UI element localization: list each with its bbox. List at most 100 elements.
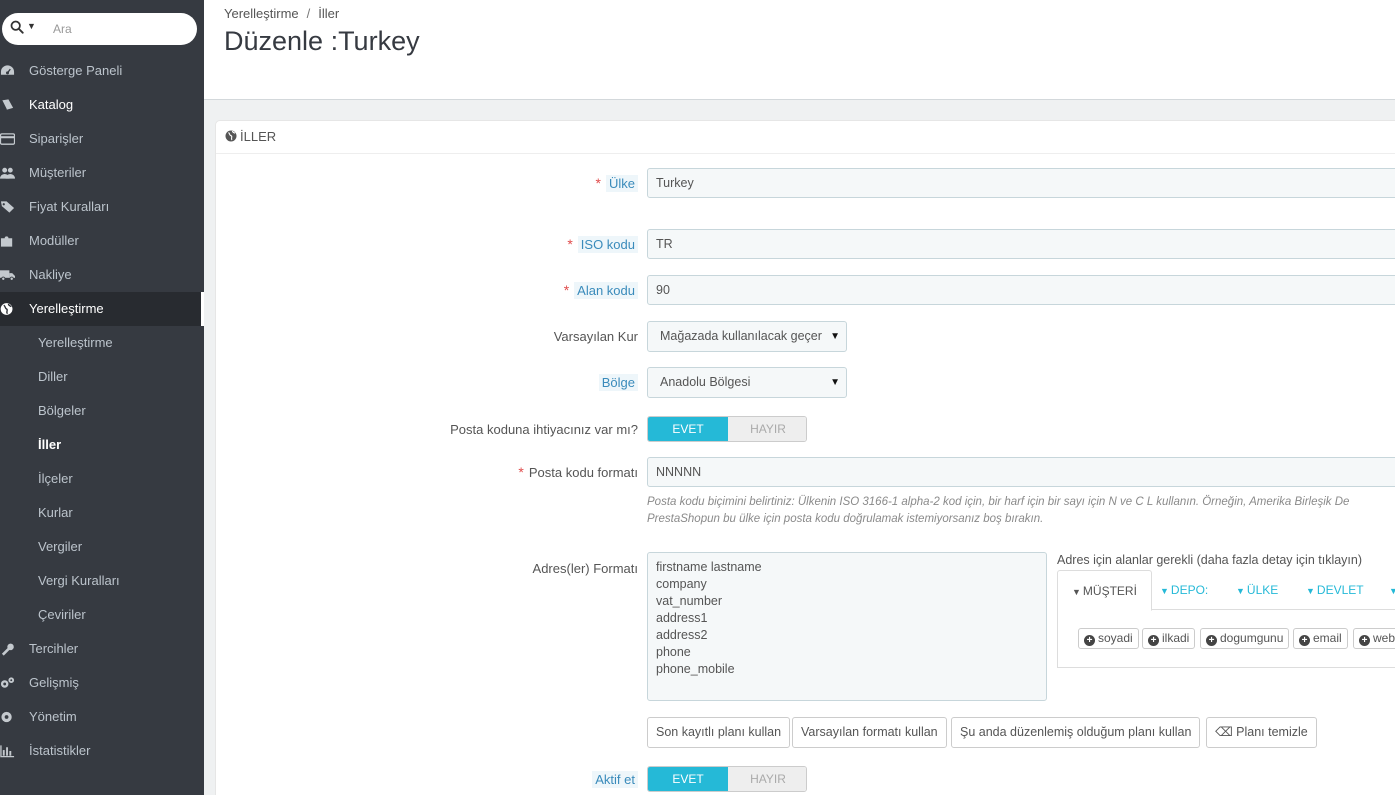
plus-circle-icon: +: [1299, 635, 1310, 646]
iso-label: * ISO kodu: [567, 236, 638, 253]
wrench-icon: [0, 642, 16, 656]
address-line: address2: [656, 628, 708, 642]
zone-label: Bölge: [598, 374, 638, 391]
caret-down-icon: ▼: [1389, 586, 1395, 596]
submenu-item-currencies[interactable]: Kurlar: [0, 496, 204, 530]
required-fields-help[interactable]: Adres için alanlar gerekli (daha fazla d…: [1057, 553, 1362, 567]
sidebar-item-customers[interactable]: Müşteriler: [0, 156, 204, 190]
currency-select-value: Mağazada kullanılacak geçer: [660, 329, 822, 343]
plus-circle-icon: +: [1359, 635, 1370, 646]
caret-down-icon: ▼: [1160, 586, 1169, 596]
country-input[interactable]: Turkey: [647, 168, 1395, 198]
sidebar-item-catalog[interactable]: Katalog: [0, 88, 204, 122]
sidebar-item-preferences[interactable]: Tercihler: [0, 632, 204, 666]
globe-icon: [225, 130, 237, 142]
sidebar-item-label: Fiyat Kuralları: [29, 199, 110, 214]
tab-more[interactable]: ▼: [1389, 570, 1395, 610]
tab-state[interactable]: ▼ DEVLET: [1306, 570, 1364, 610]
need-zip-yes[interactable]: EVET: [648, 417, 728, 441]
page-title: Düzenle :Turkey: [224, 26, 420, 56]
tab-country[interactable]: ▼ ÜLKE: [1236, 570, 1278, 610]
use-last-saved-layout-button[interactable]: Son kayıtlı planı kullan: [647, 717, 791, 748]
breadcrumb-item-countries[interactable]: İller: [318, 6, 339, 21]
breadcrumb-separator: /: [306, 6, 311, 21]
sidebar-item-shipping[interactable]: Nakliye: [0, 258, 204, 292]
search-box[interactable]: ▼: [2, 13, 197, 45]
sidebar-item-label: Yönetim: [29, 709, 77, 724]
breadcrumb-item-localization[interactable]: Yerelleştirme: [224, 6, 299, 21]
zip-format-help-2: PrestaShopun bu ülke için posta kodu doğ…: [647, 513, 1044, 525]
field-chip-email[interactable]: + email: [1293, 628, 1348, 649]
use-default-format-button[interactable]: Varsayılan formatı kullan: [792, 717, 947, 748]
field-chip-lastname[interactable]: + soyadi: [1078, 628, 1139, 649]
active-no[interactable]: HAYIR: [728, 767, 806, 791]
localization-submenu: Yerelleştirme Diller Bölgeler İller İlçe…: [0, 326, 204, 632]
submenu-item-localization[interactable]: Yerelleştirme: [0, 326, 204, 360]
need-zip-no[interactable]: HAYIR: [728, 417, 806, 441]
truck-icon: [0, 268, 16, 282]
need-zip-label: Posta koduna ihtiyacınız var mı?: [450, 422, 638, 437]
address-line: phone: [656, 645, 691, 659]
field-chip-website[interactable]: +websi: [1353, 628, 1395, 649]
sidebar-item-stats[interactable]: İstatistikler: [0, 734, 204, 768]
sidebar-item-label: Tercihler: [29, 641, 79, 656]
zip-format-input[interactable]: NNNNN: [647, 457, 1395, 487]
field-chip-birthday[interactable]: + dogumgunu: [1200, 628, 1290, 649]
active-yes[interactable]: EVET: [648, 767, 728, 791]
bar-chart-icon: [0, 744, 16, 758]
breadcrumb: Yerelleştirme / İller: [224, 6, 339, 21]
tab-customer[interactable]: ▼ MÜŞTERİ: [1057, 570, 1152, 611]
submenu-item-zones[interactable]: Bölgeler: [0, 394, 204, 428]
sidebar-item-label: Yerelleştirme: [29, 301, 104, 316]
need-zip-toggle[interactable]: EVET HAYIR: [647, 416, 807, 442]
eraser-icon: ⌫: [1215, 725, 1237, 739]
plus-circle-icon: +: [1084, 635, 1095, 646]
chevron-down-icon: ▼: [830, 331, 840, 342]
sidebar-item-dashboard[interactable]: Gösterge Paneli: [0, 54, 204, 88]
submenu-item-states[interactable]: İlçeler: [0, 462, 204, 496]
plus-circle-icon: +: [1148, 635, 1159, 646]
submenu-item-translations[interactable]: Çeviriler: [0, 598, 204, 632]
field-chip-firstname[interactable]: + ilkadi: [1142, 628, 1196, 649]
sidebar: ▼ Gösterge Paneli Katalog Siparişler Müş…: [0, 0, 204, 795]
sidebar-item-label: Nakliye: [29, 267, 72, 282]
clear-layout-button[interactable]: ⌫ Planı temizle: [1206, 717, 1317, 748]
use-current-layout-button[interactable]: Şu anda düzenlemiş olduğum planı kullan: [951, 717, 1201, 748]
sidebar-item-administration[interactable]: Yönetim: [0, 700, 204, 734]
address-format-label: Adres(ler) Formatı: [532, 561, 638, 576]
search-icon[interactable]: [10, 20, 26, 36]
users-icon: [0, 166, 16, 180]
fields-tabs: ▼ MÜŞTERİ ▼ DEPO: ▼ ÜLKE ▼ DEVLET ▼ + soyadi …: [1057, 570, 1395, 688]
tab-bar: ▼ MÜŞTERİ ▼ DEPO: ▼ ÜLKE ▼ DEVLET ▼: [1057, 570, 1395, 611]
zone-select[interactable]: Anadolu Bölgesi ▼: [647, 367, 847, 398]
active-label: Aktif et: [592, 771, 638, 788]
search-input[interactable]: [46, 19, 186, 39]
tab-warehouse[interactable]: ▼ DEPO:: [1160, 570, 1208, 610]
currency-select[interactable]: Mağazada kullanılacak geçer ▼: [647, 321, 847, 352]
search-caret-icon[interactable]: ▼: [27, 21, 36, 31]
address-line: company: [656, 577, 707, 591]
caret-down-icon: ▼: [1236, 586, 1245, 596]
plus-circle-icon: +: [1206, 635, 1217, 646]
call-prefix-label: * Alan kodu: [564, 282, 638, 299]
sidebar-item-modules[interactable]: Modüller: [0, 224, 204, 258]
active-toggle[interactable]: EVET HAYIR: [647, 766, 807, 792]
iso-code-input[interactable]: TR: [647, 229, 1395, 259]
submenu-item-countries[interactable]: İller: [0, 428, 204, 462]
sidebar-item-label: Modüller: [29, 233, 79, 248]
sidebar-item-price-rules[interactable]: Fiyat Kuralları: [0, 190, 204, 224]
cog-icon: [0, 710, 16, 724]
sidebar-item-orders[interactable]: Siparişler: [0, 122, 204, 156]
sidebar-item-localization[interactable]: Yerelleştirme: [0, 292, 204, 326]
zone-select-value: Anadolu Bölgesi: [660, 375, 751, 389]
sidebar-item-label: Gösterge Paneli: [29, 63, 123, 78]
submenu-item-tax-rules[interactable]: Vergi Kuralları: [0, 564, 204, 598]
sidebar-item-label: Müşteriler: [29, 165, 87, 180]
credit-card-icon: [0, 132, 16, 146]
call-prefix-input[interactable]: 90: [647, 275, 1395, 305]
main-menu: Gösterge Paneli Katalog Siparişler Müşte…: [0, 54, 204, 768]
address-format-textarea[interactable]: firstname lastname company vat_number ad…: [647, 552, 1047, 701]
submenu-item-taxes[interactable]: Vergiler: [0, 530, 204, 564]
submenu-item-languages[interactable]: Diller: [0, 360, 204, 394]
sidebar-item-advanced[interactable]: Gelişmiş: [0, 666, 204, 700]
